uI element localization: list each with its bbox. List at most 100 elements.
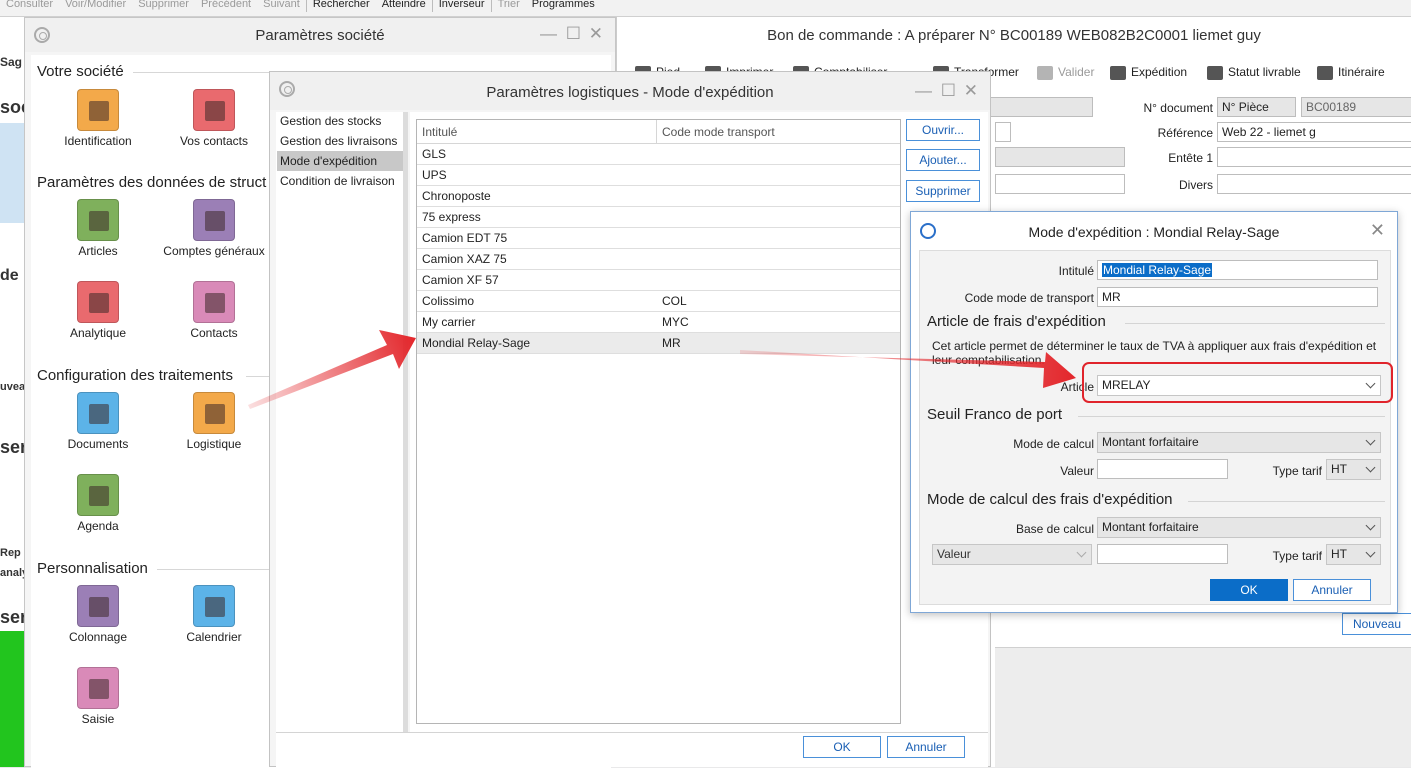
background-text: analy	[0, 567, 24, 579]
toolbar-valider-button[interactable]: Valider	[1037, 65, 1094, 80]
base-calcul-combo[interactable]: Montant forfaitaire	[1097, 517, 1381, 538]
table-row[interactable]: My carrier MYC	[417, 312, 900, 333]
nav-gestion-des-stocks[interactable]: Gestion des stocks	[277, 111, 403, 131]
divers-field[interactable]	[1217, 174, 1411, 194]
valeur-type-value: Valeur	[937, 547, 971, 561]
underlying-combo[interactable]	[995, 147, 1125, 167]
entete-field[interactable]	[1217, 147, 1411, 167]
code-transport-field[interactable]: MR	[1097, 287, 1378, 307]
toolbar-itineraire-button[interactable]: Itinéraire	[1317, 65, 1385, 80]
nav-gestion-des-livraisons[interactable]: Gestion des livraisons	[277, 131, 403, 151]
dialog-ok-button[interactable]: OK	[1210, 579, 1288, 601]
menu-trier[interactable]: Trier	[492, 0, 526, 10]
table-row[interactable]: 75 express	[417, 207, 900, 228]
agenda-icon[interactable]	[77, 474, 119, 516]
logistique-ok-button[interactable]: OK	[803, 736, 881, 758]
close-icon[interactable]: ✕	[1370, 220, 1385, 241]
table-row[interactable]: Camion EDT 75	[417, 228, 900, 249]
maximize-icon[interactable]: ☐	[566, 24, 581, 44]
documents-icon[interactable]	[77, 392, 119, 434]
valeur-field[interactable]	[1097, 459, 1228, 479]
toolbar-expedition-button[interactable]: Expédition	[1110, 65, 1187, 80]
articles-icon[interactable]	[77, 199, 119, 241]
reference-field[interactable]: Web 22 - liemet g	[1217, 122, 1411, 142]
cell-intitule: 75 express	[422, 210, 481, 224]
cell-code: COL	[662, 294, 687, 308]
cell-intitule: GLS	[422, 147, 447, 161]
tile-label-saisie[interactable]: Saisie	[33, 712, 163, 726]
type-tarif-combo[interactable]: HT	[1326, 459, 1381, 480]
menu-consulter[interactable]: Consulter	[0, 0, 59, 10]
maximize-icon[interactable]: ☐	[941, 81, 956, 101]
analytique-icon[interactable]	[77, 281, 119, 323]
underlying-field[interactable]	[995, 174, 1125, 194]
menu-inverseur[interactable]: Inverseur	[433, 0, 491, 10]
highlight-box	[1082, 362, 1393, 403]
contacts-icon[interactable]	[193, 281, 235, 323]
identification-icon[interactable]	[77, 89, 119, 131]
saisie-icon[interactable]	[77, 667, 119, 709]
dialog-cancel-button[interactable]: Annuler	[1293, 579, 1371, 601]
minimize-icon[interactable]: —	[540, 24, 557, 44]
tile-label-agenda[interactable]: Agenda	[33, 519, 163, 533]
valeur2-field[interactable]	[1097, 544, 1228, 564]
splitter[interactable]	[403, 112, 408, 732]
small-combo[interactable]	[995, 122, 1011, 142]
close-icon[interactable]: ✕	[964, 81, 978, 101]
menu-voir-modifier[interactable]: Voir/Modifier	[59, 0, 132, 10]
tile-label-identification[interactable]: Identification	[33, 134, 163, 148]
tile-label-articles[interactable]: Articles	[33, 244, 163, 258]
tile-label-colonnage[interactable]: Colonnage	[33, 630, 163, 644]
supprimer-button[interactable]: Supprimer	[906, 180, 980, 202]
tile-label-analytique[interactable]: Analytique	[33, 326, 163, 340]
document-type-combo[interactable]	[977, 97, 1093, 117]
menu-supprimer[interactable]: Supprimer	[132, 0, 195, 10]
intitule-label: Intitulé	[1058, 264, 1094, 278]
num-doc-label: N° document	[1143, 101, 1214, 115]
nouveau-button[interactable]: Nouveau	[1342, 613, 1411, 635]
minimize-icon[interactable]: —	[915, 81, 932, 101]
table-row[interactable]: GLS	[417, 144, 900, 165]
table-row[interactable]: Chronoposte	[417, 186, 900, 207]
divers-label: Divers	[1178, 178, 1213, 192]
tile-label-vos-contacts[interactable]: Vos contacts	[149, 134, 279, 148]
tile-label-comptes-generaux[interactable]: Comptes généraux	[149, 244, 279, 258]
type-tarif2-combo[interactable]: HT	[1326, 544, 1381, 565]
column-header-code[interactable]: Code mode transport	[657, 120, 900, 144]
menu-programmes[interactable]: Programmes	[526, 0, 601, 10]
tile-label-logistique[interactable]: Logistique	[149, 437, 279, 451]
table-row[interactable]: Camion XAZ 75	[417, 249, 900, 270]
tile-label-contacts[interactable]: Contacts	[149, 326, 279, 340]
nav-condition-de-livraison[interactable]: Condition de livraison	[277, 171, 403, 191]
menu-rechercher[interactable]: Rechercher	[307, 0, 376, 10]
menu-atteindre[interactable]: Atteindre	[376, 0, 432, 10]
table-row[interactable]: Mondial Relay-Sage MR	[417, 333, 900, 354]
valeur-type-combo[interactable]: Valeur	[932, 544, 1092, 565]
logistique-icon[interactable]	[193, 392, 235, 434]
calendrier-icon[interactable]	[193, 585, 235, 627]
table-row[interactable]: Camion XF 57	[417, 270, 900, 291]
comptes-generaux-icon[interactable]	[193, 199, 235, 241]
cell-intitule: My carrier	[422, 315, 476, 329]
menu-precedent[interactable]: Précédent	[195, 0, 257, 10]
vos-contacts-icon[interactable]	[193, 89, 235, 131]
expedition-icon	[1110, 65, 1126, 80]
tile-label-calendrier[interactable]: Calendrier	[149, 630, 279, 644]
table-row[interactable]: Colissimo COL	[417, 291, 900, 312]
ouvrir-button[interactable]: Ouvrir...	[906, 119, 980, 141]
menu-suivant[interactable]: Suivant	[257, 0, 306, 10]
num-doc-value-field[interactable]: BC00189	[1301, 97, 1411, 117]
logistique-cancel-button[interactable]: Annuler	[887, 736, 965, 758]
ajouter-button[interactable]: Ajouter...	[906, 149, 980, 171]
mode-calcul-combo[interactable]: Montant forfaitaire	[1097, 432, 1381, 453]
nav-mode-d-expedition[interactable]: Mode d'expédition	[277, 151, 403, 171]
intitule-field[interactable]: Mondial Relay-Sage	[1097, 260, 1378, 280]
column-header-intitule[interactable]: Intitulé	[417, 120, 657, 144]
table-row[interactable]: UPS	[417, 165, 900, 186]
close-icon[interactable]: ✕	[589, 24, 603, 44]
colonnage-icon[interactable]	[77, 585, 119, 627]
type-tarif-value: HT	[1331, 462, 1347, 476]
tile-label-documents[interactable]: Documents	[33, 437, 163, 451]
toolbar-statut-livrable-button[interactable]: Statut livrable	[1207, 65, 1301, 80]
num-doc-type-combo[interactable]: N° Pièce	[1217, 97, 1296, 117]
